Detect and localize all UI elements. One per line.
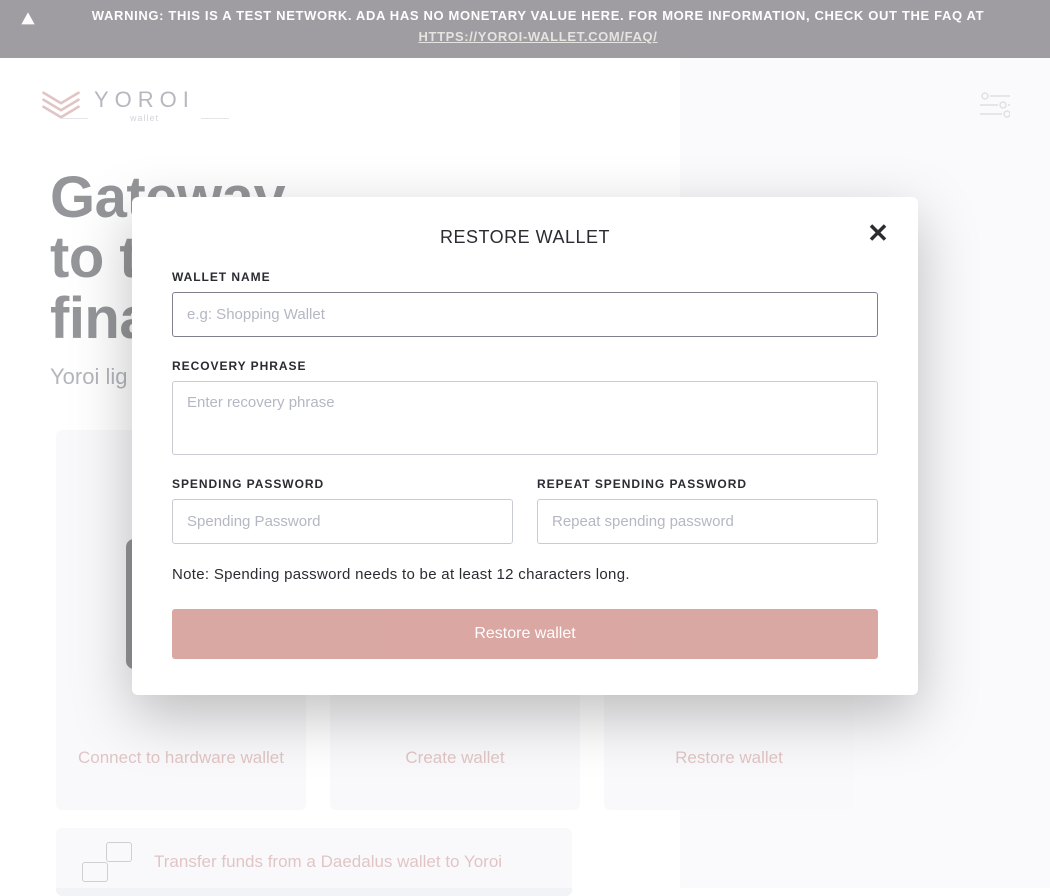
close-button[interactable]: ✕ [864, 219, 892, 247]
restore-wallet-button[interactable]: Restore wallet [172, 609, 878, 659]
wallet-name-label: WALLET NAME [172, 270, 878, 284]
modal-overlay: RESTORE WALLET ✕ WALLET NAME RECOVERY PH… [0, 0, 1050, 888]
close-icon: ✕ [867, 220, 889, 246]
spending-password-label: SPENDING PASSWORD [172, 477, 513, 491]
modal-title: RESTORE WALLET [172, 227, 878, 248]
spending-password-input[interactable] [172, 499, 513, 544]
recovery-phrase-input[interactable]: Enter recovery phrase [172, 381, 878, 455]
repeat-password-input[interactable] [537, 499, 878, 544]
restore-wallet-modal: RESTORE WALLET ✕ WALLET NAME RECOVERY PH… [132, 197, 918, 695]
password-note: Note: Spending password needs to be at l… [172, 566, 878, 583]
recovery-phrase-label: RECOVERY PHRASE [172, 359, 878, 373]
repeat-password-label: REPEAT SPENDING PASSWORD [537, 477, 878, 491]
wallet-name-input[interactable] [172, 292, 878, 337]
